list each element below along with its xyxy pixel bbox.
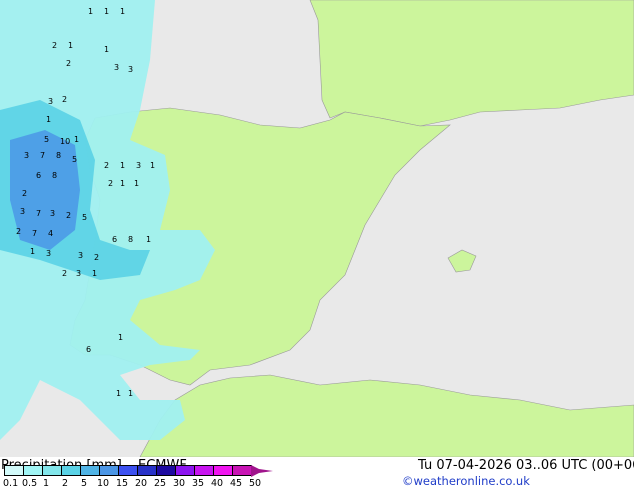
- legend-swatch: [42, 465, 62, 476]
- map-value: 3: [46, 249, 51, 258]
- map-value: 1: [120, 179, 125, 188]
- legend-swatch: [232, 465, 252, 476]
- legend-label: 50: [249, 478, 262, 489]
- map-value: 1: [92, 269, 97, 278]
- map-value: 2: [108, 179, 113, 188]
- legend-label: 1: [43, 478, 50, 489]
- legend-swatch: [156, 465, 176, 476]
- legend-swatch: [137, 465, 157, 476]
- map-value: 3: [20, 207, 25, 216]
- legend-label: 45: [230, 478, 243, 489]
- map-value: 2: [62, 95, 67, 104]
- map-value: 8: [56, 151, 61, 160]
- map-value: 7: [36, 209, 41, 218]
- legend-swatch: [194, 465, 214, 476]
- legend-label: 20: [135, 478, 148, 489]
- map-value: 2: [52, 41, 57, 50]
- map-value: 2: [66, 59, 71, 68]
- legend-label: 15: [116, 478, 129, 489]
- legend-label: 2: [62, 478, 69, 489]
- map-value: 2: [16, 227, 21, 236]
- legend-label: 5: [81, 478, 88, 489]
- legend-swatch: [175, 465, 195, 476]
- map-value: 3: [76, 269, 81, 278]
- legend-swatch: [99, 465, 119, 476]
- map-value: 8: [52, 171, 57, 180]
- legend-swatch: [23, 465, 43, 476]
- map-value: 3: [114, 63, 119, 72]
- map-value: 1: [88, 7, 93, 16]
- legend-swatch: [118, 465, 138, 476]
- map-value: 1: [74, 135, 79, 144]
- map-value: 1: [104, 45, 109, 54]
- legend-swatch: [61, 465, 81, 476]
- legend-label: 10: [97, 478, 110, 489]
- map-value: 5: [82, 213, 87, 222]
- map-value: 3: [50, 209, 55, 218]
- map-value: 1: [118, 333, 123, 342]
- map-value: 5: [44, 135, 49, 144]
- map-value: 6: [112, 235, 117, 244]
- map-value: 1: [68, 41, 73, 50]
- map-value: 3: [24, 151, 29, 160]
- legend-label: 25: [154, 478, 167, 489]
- legend-swatch: [213, 465, 233, 476]
- map-value: 1: [128, 389, 133, 398]
- map-value: 7: [40, 151, 45, 160]
- legend-label: 0.1: [3, 478, 19, 489]
- map-value: 2: [22, 189, 27, 198]
- map-value: 3: [78, 251, 83, 260]
- map-value: 4: [48, 229, 53, 238]
- legend-swatch: [4, 465, 24, 476]
- map-value: 1: [150, 161, 155, 170]
- legend-label: 35: [192, 478, 205, 489]
- map-value: 6: [86, 345, 91, 354]
- map-value: 7: [32, 229, 37, 238]
- map-value: 2: [94, 253, 99, 262]
- forecast-datetime: Tu 07-04-2026 03..06 UTC (00+06): [418, 458, 634, 473]
- legend-swatch: [80, 465, 100, 476]
- legend-label: 40: [211, 478, 224, 489]
- map-value: 1: [120, 7, 125, 16]
- map-value: 6: [36, 171, 41, 180]
- map-value: 1: [46, 115, 51, 124]
- legend-label: 0.5: [22, 478, 38, 489]
- map-value: 1: [30, 247, 35, 256]
- map-value: 8: [128, 235, 133, 244]
- credit-link[interactable]: ©weatheronline.co.uk: [402, 474, 530, 488]
- legend-label: 30: [173, 478, 186, 489]
- map-value: 10: [60, 137, 70, 146]
- map-value: 3: [48, 97, 53, 106]
- precipitation-map: 1 1 12213 313 215 10 13 7 8 56 823 7 3 2 52 7 43 26 8 11 32 3…: [0, 0, 634, 457]
- map-value: 1: [134, 179, 139, 188]
- map-value: 2: [66, 211, 71, 220]
- map-value: 1: [116, 389, 121, 398]
- map-value: 1: [104, 7, 109, 16]
- map-value: 2: [62, 269, 67, 278]
- legend-arrow-icon: [251, 465, 273, 477]
- map-value: 1: [120, 161, 125, 170]
- map-value: 2: [104, 161, 109, 170]
- map-value: 3: [128, 65, 133, 74]
- map-value: 5: [72, 155, 77, 164]
- map-value: 1: [146, 235, 151, 244]
- map-value: 3: [136, 161, 141, 170]
